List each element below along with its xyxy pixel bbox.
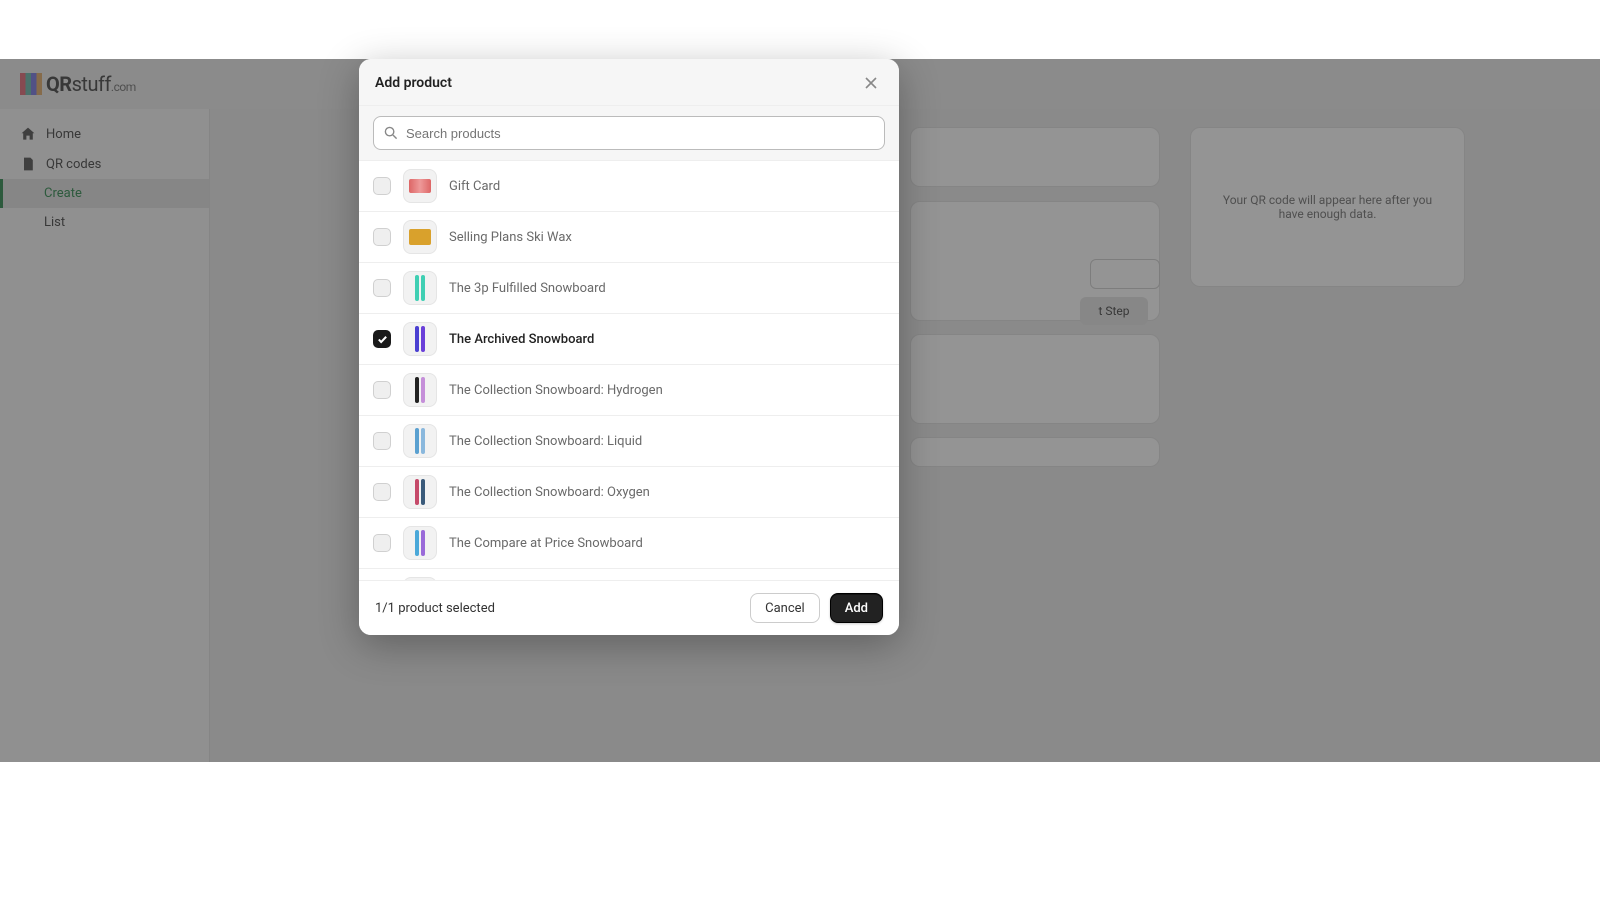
close-icon bbox=[864, 76, 878, 90]
selection-status: 1/1 product selected bbox=[375, 601, 495, 616]
product-name: Gift Card bbox=[449, 179, 500, 194]
product-row[interactable]: The Collection Snowboard: Hydrogen bbox=[359, 365, 899, 416]
product-row[interactable]: The Collection Snowboard: Oxygen bbox=[359, 467, 899, 518]
product-name: The Collection Snowboard: Liquid bbox=[449, 434, 642, 449]
product-name: The Collection Snowboard: Hydrogen bbox=[449, 383, 663, 398]
product-row[interactable]: The Collection Snowboard: Liquid bbox=[359, 416, 899, 467]
product-thumbnail bbox=[403, 475, 437, 509]
product-checkbox[interactable] bbox=[373, 381, 391, 399]
product-row[interactable]: The Archived Snowboard bbox=[359, 314, 899, 365]
product-checkbox[interactable] bbox=[373, 177, 391, 195]
product-name: The Compare at Price Snowboard bbox=[449, 536, 643, 551]
product-name: The 3p Fulfilled Snowboard bbox=[449, 281, 606, 296]
product-checkbox[interactable] bbox=[373, 330, 391, 348]
product-row[interactable]: The Complete Snowboard bbox=[359, 569, 899, 580]
cancel-button[interactable]: Cancel bbox=[750, 593, 820, 623]
product-row[interactable]: Selling Plans Ski Wax bbox=[359, 212, 899, 263]
product-name: The Archived Snowboard bbox=[449, 332, 594, 347]
check-icon bbox=[377, 334, 388, 345]
modal-title: Add product bbox=[375, 75, 452, 91]
add-button[interactable]: Add bbox=[830, 593, 883, 623]
product-thumbnail bbox=[403, 169, 437, 203]
product-thumbnail bbox=[403, 373, 437, 407]
product-thumbnail bbox=[403, 526, 437, 560]
footer-actions: Cancel Add bbox=[750, 593, 883, 623]
search-icon bbox=[384, 126, 398, 140]
product-row[interactable]: The 3p Fulfilled Snowboard bbox=[359, 263, 899, 314]
add-product-modal: Add product Gift Card Selling Plans Ski … bbox=[359, 59, 899, 635]
product-checkbox[interactable] bbox=[373, 279, 391, 297]
close-button[interactable] bbox=[859, 71, 883, 95]
product-thumbnail bbox=[403, 220, 437, 254]
product-list[interactable]: Gift Card Selling Plans Ski Wax The 3p F… bbox=[359, 161, 899, 580]
modal-header: Add product bbox=[359, 59, 899, 106]
product-row[interactable]: Gift Card bbox=[359, 161, 899, 212]
modal-footer: 1/1 product selected Cancel Add bbox=[359, 580, 899, 635]
product-name: The Collection Snowboard: Oxygen bbox=[449, 485, 650, 500]
product-checkbox[interactable] bbox=[373, 534, 391, 552]
product-name: Selling Plans Ski Wax bbox=[449, 230, 572, 245]
search-input[interactable] bbox=[406, 126, 874, 141]
product-checkbox[interactable] bbox=[373, 228, 391, 246]
product-row[interactable]: The Compare at Price Snowboard bbox=[359, 518, 899, 569]
product-thumbnail bbox=[403, 271, 437, 305]
modal-search-wrap bbox=[359, 106, 899, 161]
product-checkbox[interactable] bbox=[373, 483, 391, 501]
search-field[interactable] bbox=[373, 116, 885, 150]
product-thumbnail bbox=[403, 424, 437, 458]
product-checkbox[interactable] bbox=[373, 432, 391, 450]
product-thumbnail bbox=[403, 322, 437, 356]
